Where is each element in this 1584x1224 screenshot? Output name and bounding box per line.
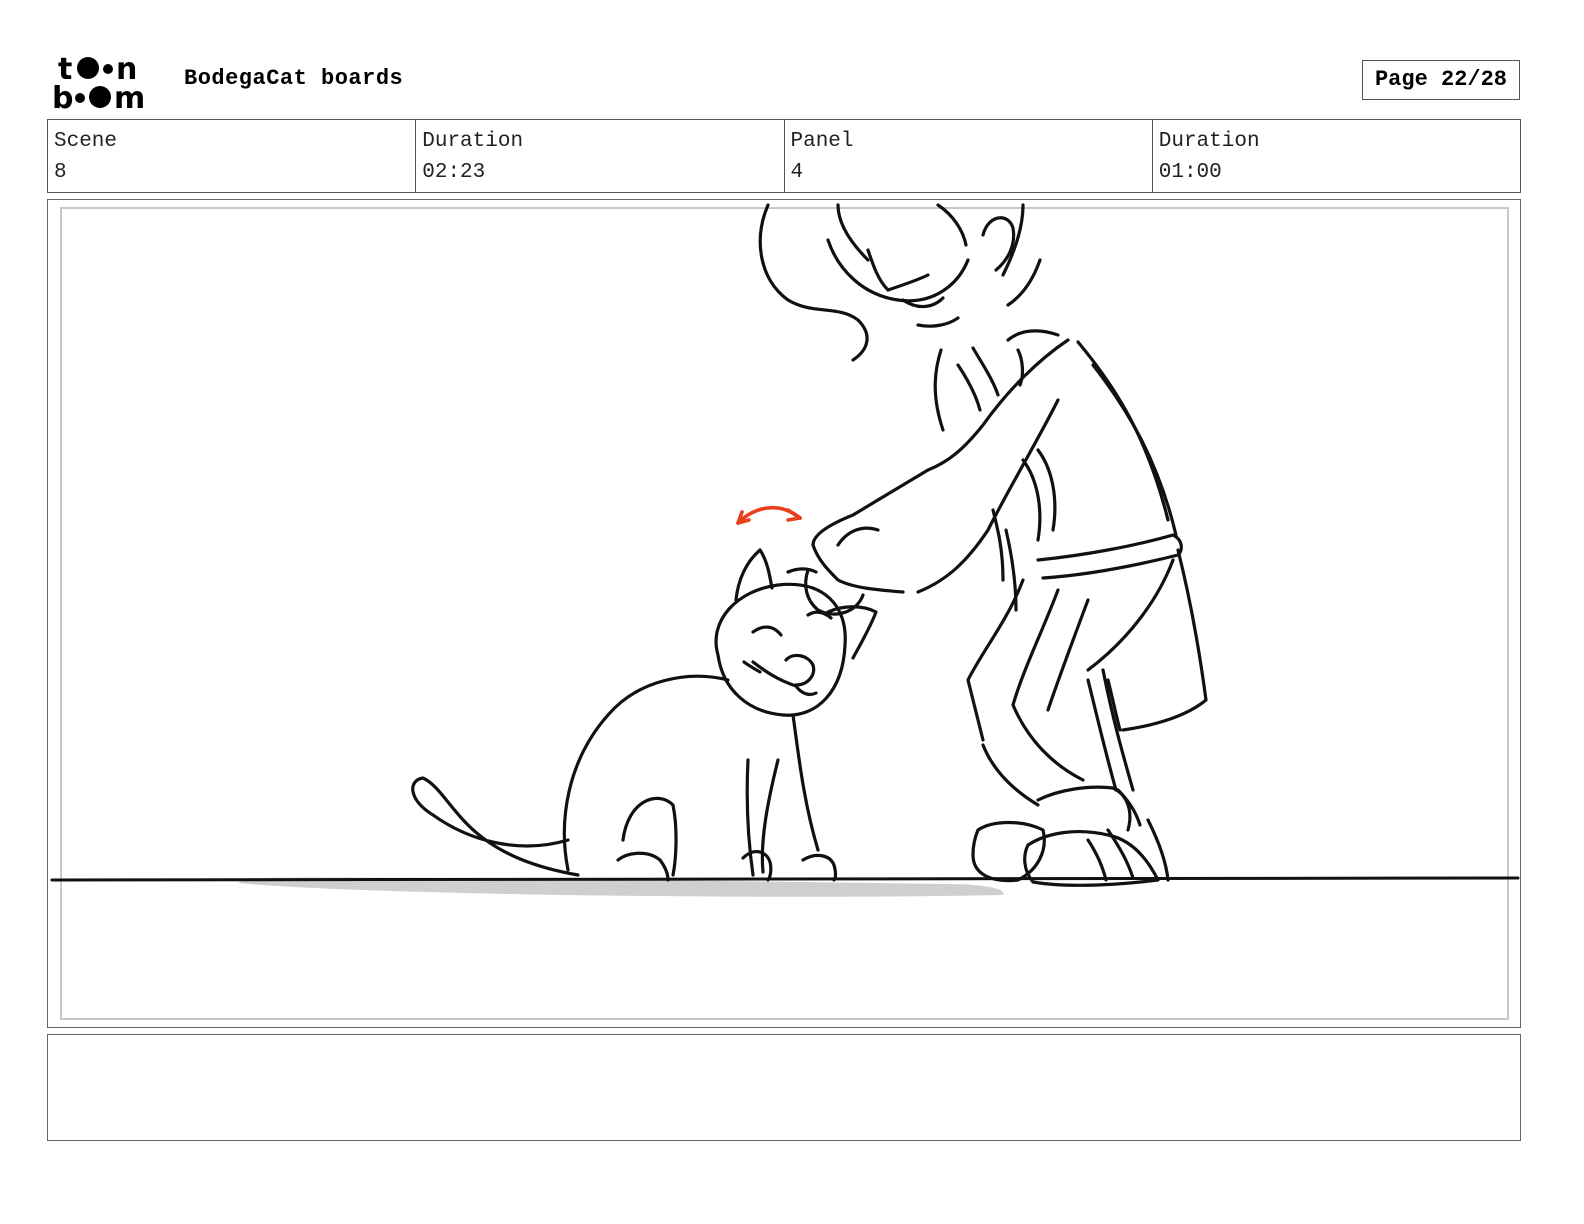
panel-label: Panel — [790, 130, 854, 153]
panel-sketch — [50, 203, 1520, 897]
scene-value: 8 — [54, 161, 67, 184]
scene-duration-cell: Duration 02:23 — [416, 120, 785, 192]
scene-duration-value: 02:23 — [422, 161, 486, 184]
motion-arrow — [736, 505, 802, 525]
panel-value: 4 — [790, 161, 804, 184]
panel-notes-box — [47, 1034, 1521, 1141]
cat-sketch — [411, 548, 878, 882]
scene-duration-label: Duration — [422, 130, 524, 153]
panel-info-table: Scene 8 Duration 02:23 Panel 4 Duration … — [47, 119, 1521, 193]
svg-text:m: m — [114, 81, 145, 112]
panel-duration-value: 01:00 — [1158, 161, 1222, 184]
ground-line — [50, 876, 1520, 882]
toon-boom-logo: t n b m — [52, 52, 145, 112]
page-indicator: Page 22/28 — [1362, 60, 1520, 100]
panel-cell: Panel 4 — [785, 120, 1153, 192]
svg-text:b: b — [52, 81, 73, 112]
scene-label: Scene — [54, 130, 118, 153]
storyboard-panel — [47, 199, 1521, 1028]
panel-duration-cell: Duration 01:00 — [1153, 120, 1520, 192]
project-title: BodegaCat boards — [184, 66, 404, 91]
scene-cell: Scene 8 — [48, 120, 417, 192]
panel-duration-label: Duration — [1158, 130, 1260, 153]
person-sketch — [758, 203, 1208, 887]
